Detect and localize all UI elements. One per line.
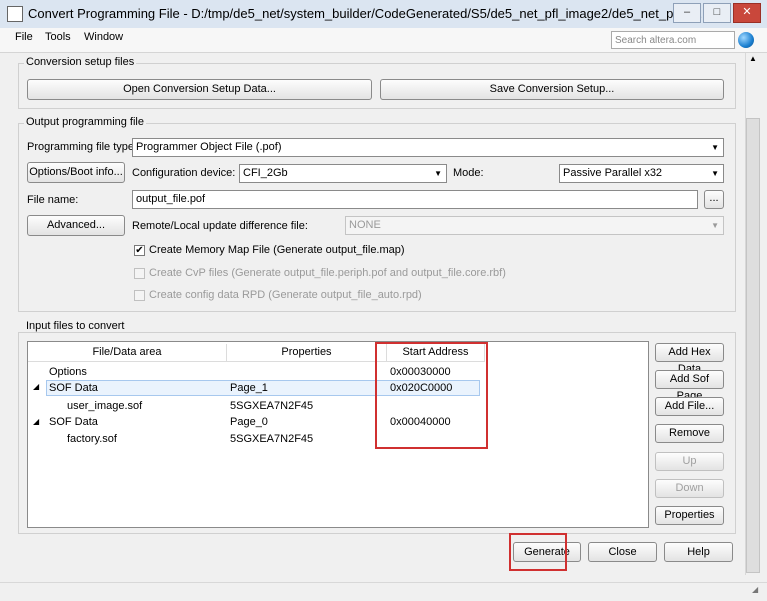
annotation-box <box>375 342 488 449</box>
remote-update-value: NONE <box>349 219 381 231</box>
file-type-value: Programmer Object File (.pof) <box>136 141 282 153</box>
scrollbar-thumb[interactable] <box>746 118 760 573</box>
config-device-value: CFI_2Gb <box>243 167 288 179</box>
tree-row-name[interactable]: user_image.sof <box>67 400 142 412</box>
rpd-checkbox[interactable] <box>134 290 145 301</box>
tree-row-properties: Page_0 <box>230 416 268 428</box>
menu-window[interactable]: Window <box>84 31 123 43</box>
resize-grip-icon[interactable]: ◢ <box>752 585 758 594</box>
close-button[interactable]: Close <box>588 542 657 562</box>
mode-select[interactable]: Passive Parallel x32 ▼ <box>559 164 724 183</box>
tree-row-name[interactable]: SOF Data <box>49 416 98 428</box>
remove-button[interactable]: Remove <box>655 424 724 443</box>
mode-value: Passive Parallel x32 <box>563 167 663 179</box>
expand-triangle-icon[interactable]: ◢ <box>33 382 39 391</box>
chevron-down-icon: ▼ <box>711 143 719 152</box>
conversion-setup-legend: Conversion setup files <box>24 56 137 68</box>
window-title: Convert Programming File - D:/tmp/de5_ne… <box>28 6 706 21</box>
tree-row-name[interactable]: Options <box>49 366 87 378</box>
search-input[interactable]: Search altera.com <box>611 31 735 49</box>
down-button[interactable]: Down <box>655 479 724 498</box>
add-hex-data-button[interactable]: Add Hex Data <box>655 343 724 375</box>
app-icon <box>7 6 23 22</box>
up-button[interactable]: Up <box>655 452 724 471</box>
minimize-icon[interactable]: – <box>673 3 701 23</box>
add-sof-page-button[interactable]: Add Sof Page <box>655 370 724 402</box>
remote-update-select[interactable]: NONE ▼ <box>345 216 724 235</box>
globe-icon[interactable] <box>738 32 754 48</box>
cvp-checkbox[interactable] <box>134 268 145 279</box>
remote-update-label: Remote/Local update difference file: <box>132 220 308 232</box>
input-files-legend: Input files to convert <box>24 320 127 332</box>
open-conversion-setup-button[interactable]: Open Conversion Setup Data... <box>27 79 372 100</box>
tree-row-properties: 5SGXEA7N2F45 <box>230 400 314 412</box>
output-programming-legend: Output programming file <box>24 116 146 128</box>
tree-row-properties: Page_1 <box>230 382 268 394</box>
chevron-down-icon: ▼ <box>711 169 719 178</box>
chevron-down-icon: ▼ <box>434 169 442 178</box>
file-name-label: File name: <box>27 194 79 206</box>
menu-tools[interactable]: Tools <box>45 31 71 43</box>
add-file-button[interactable]: Add File... <box>655 397 724 416</box>
advanced-button[interactable]: Advanced... <box>27 215 125 236</box>
save-conversion-setup-button[interactable]: Save Conversion Setup... <box>380 79 724 100</box>
menu-file[interactable]: File <box>15 31 33 43</box>
annotation-box <box>509 533 567 571</box>
mode-label: Mode: <box>453 167 484 179</box>
column-properties[interactable]: Properties <box>227 344 387 362</box>
expand-triangle-icon[interactable]: ◢ <box>33 417 39 426</box>
config-device-select[interactable]: CFI_2Gb ▼ <box>239 164 447 183</box>
memory-map-label: Create Memory Map File (Generate output_… <box>149 244 405 256</box>
maximize-icon[interactable]: □ <box>703 3 731 23</box>
input-files-tree[interactable] <box>27 341 649 528</box>
file-name-input[interactable]: output_file.pof <box>132 190 698 209</box>
column-file-data-area[interactable]: File/Data area <box>28 344 227 362</box>
config-device-label: Configuration device: <box>132 167 236 179</box>
file-type-select[interactable]: Programmer Object File (.pof) ▼ <box>132 138 724 157</box>
tree-row-properties: 5SGXEA7N2F45 <box>230 433 314 445</box>
tree-row-name[interactable]: factory.sof <box>67 433 117 445</box>
memory-map-checkbox[interactable]: ✔ <box>134 245 145 256</box>
options-boot-info-button[interactable]: Options/Boot info... <box>27 162 125 183</box>
chevron-down-icon: ▼ <box>711 221 719 230</box>
rpd-label: Create config data RPD (Generate output_… <box>149 289 422 301</box>
help-button[interactable]: Help <box>664 542 733 562</box>
status-strip <box>0 582 767 601</box>
scroll-up-icon[interactable]: ▲ <box>749 54 757 63</box>
window-controls: – □ ✕ <box>673 3 761 23</box>
file-type-label: Programming file type: <box>27 141 138 153</box>
tree-row-name[interactable]: SOF Data <box>49 382 98 394</box>
close-window-icon[interactable]: ✕ <box>733 3 761 23</box>
cvp-label: Create CvP files (Generate output_file.p… <box>149 267 506 279</box>
browse-button[interactable]: ... <box>704 190 724 209</box>
properties-button[interactable]: Properties <box>655 506 724 525</box>
